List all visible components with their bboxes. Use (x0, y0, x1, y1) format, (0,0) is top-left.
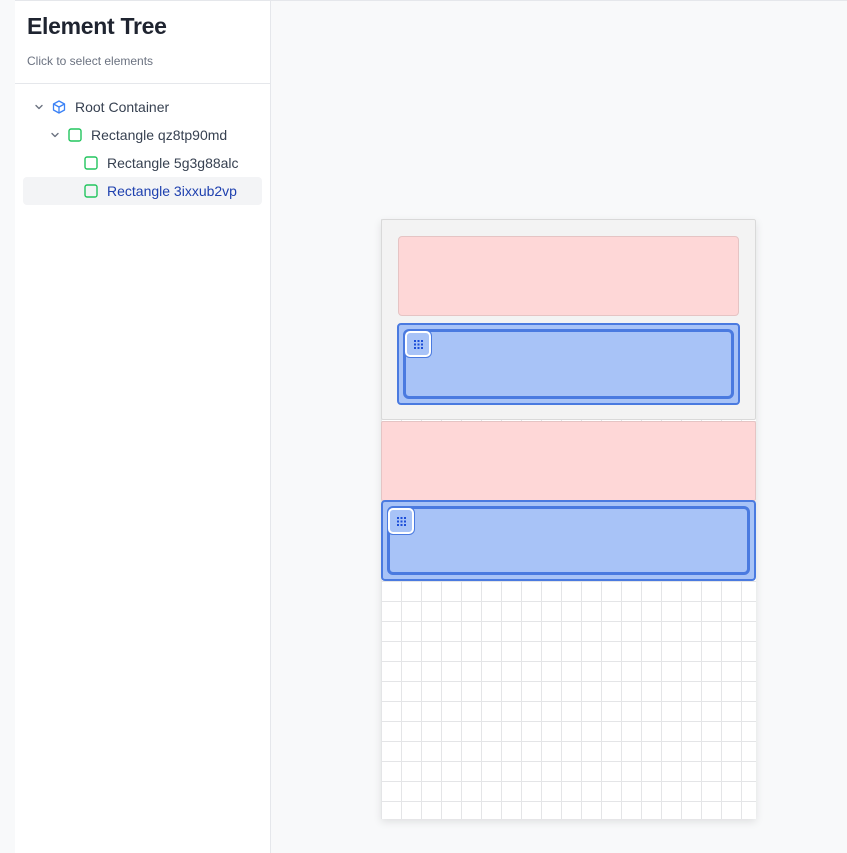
tree-item-label: Rectangle qz8tp90md (91, 127, 228, 143)
app: Element Tree Click to select elements Ro… (0, 0, 847, 853)
tree-item-root-container[interactable]: Root Container (23, 93, 262, 121)
chevron-down-icon[interactable] (34, 102, 44, 112)
selection-outline (403, 329, 734, 399)
grip-dots-icon (413, 339, 423, 349)
root-container-frame[interactable] (381, 219, 756, 819)
tree-item-rectangle-3ixxub2vp[interactable]: Rectangle 3ixxub2vp (23, 177, 262, 205)
selection-outline (387, 506, 750, 575)
drag-handle[interactable] (405, 331, 431, 357)
cube-icon (52, 100, 66, 114)
square-icon (84, 184, 98, 198)
design-canvas[interactable] (271, 0, 847, 853)
tree-item-rectangle-5g3g88alc[interactable]: Rectangle 5g3g88alc (23, 149, 262, 177)
drop-preview-rectangle-red[interactable] (381, 421, 756, 501)
tree-item-label: Rectangle 5g3g88alc (107, 155, 239, 171)
rectangle-qz8tp90md[interactable] (381, 219, 756, 420)
element-tree: Root Container Rectangle qz8tp90md Recta… (15, 84, 270, 205)
drop-preview-rectangle-blue[interactable] (381, 500, 756, 581)
grip-dots-icon (396, 516, 406, 526)
panel-header: Element Tree Click to select elements (15, 1, 270, 84)
tree-item-label: Rectangle 3ixxub2vp (107, 183, 237, 199)
square-icon (68, 128, 82, 142)
tree-item-label: Root Container (75, 99, 170, 115)
square-icon (84, 156, 98, 170)
chevron-down-icon[interactable] (50, 130, 60, 140)
tree-item-rectangle-qz8tp90md[interactable]: Rectangle qz8tp90md (23, 121, 262, 149)
panel-title: Element Tree (27, 13, 167, 39)
element-tree-panel: Element Tree Click to select elements Ro… (15, 0, 271, 853)
rectangle-3ixxub2vp[interactable] (397, 323, 740, 405)
drag-handle[interactable] (388, 508, 414, 534)
rectangle-5g3g88alc[interactable] (398, 236, 739, 316)
panel-subtitle: Click to select elements (27, 54, 154, 68)
